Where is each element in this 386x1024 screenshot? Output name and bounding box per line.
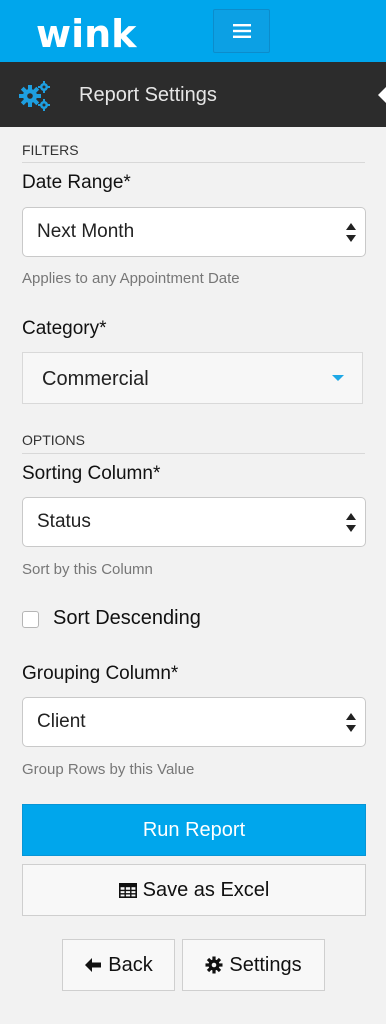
date-range-select[interactable]: Next Month xyxy=(22,207,366,257)
grouping-column-select[interactable]: Client xyxy=(22,697,366,747)
sort-descending-checkbox[interactable] xyxy=(22,611,39,628)
category-value: Commercial xyxy=(42,368,149,390)
filters-heading: FILTERS xyxy=(22,142,79,158)
logo-text: wink xyxy=(36,16,137,54)
category-dropdown[interactable]: Commercial xyxy=(22,352,363,404)
date-range-label: Date Range* xyxy=(22,172,131,193)
back-button[interactable]: Back xyxy=(62,939,175,991)
collapse-caret-icon[interactable] xyxy=(378,87,386,103)
options-heading: OPTIONS xyxy=(22,432,86,448)
settings-label: Settings xyxy=(229,953,302,976)
save-as-excel-label: Save as Excel xyxy=(142,878,270,901)
report-settings-title: Report Settings xyxy=(79,84,217,106)
sorting-column-select[interactable]: Status xyxy=(22,497,366,547)
run-report-button[interactable]: Run Report xyxy=(22,804,366,856)
sorting-column-value: Status xyxy=(37,511,91,532)
gear-icon xyxy=(205,956,223,974)
date-range-help: Applies to any Appointment Date xyxy=(22,270,240,287)
date-range-value: Next Month xyxy=(37,221,135,242)
save-as-excel-button[interactable]: Save as Excel xyxy=(22,864,366,916)
select-arrows-icon xyxy=(346,513,356,533)
caret-down-icon xyxy=(332,375,344,381)
grouping-column-label: Grouping Column* xyxy=(22,663,179,684)
table-icon xyxy=(118,882,137,898)
menu-toggle-button[interactable] xyxy=(213,9,270,53)
arrow-left-icon xyxy=(84,957,102,973)
hamburger-icon xyxy=(232,24,251,38)
sorting-column-label: Sorting Column* xyxy=(22,463,161,484)
select-arrows-icon xyxy=(346,223,356,243)
wink-logo[interactable]: wink xyxy=(36,12,178,59)
select-arrows-icon xyxy=(346,713,356,733)
grouping-column-help: Group Rows by this Value xyxy=(22,761,195,778)
options-divider xyxy=(22,453,365,454)
category-label: Category* xyxy=(22,318,107,339)
back-label: Back xyxy=(108,953,153,976)
gears-icon xyxy=(18,80,52,117)
sorting-column-help: Sort by this Column xyxy=(22,561,153,578)
grouping-column-value: Client xyxy=(37,711,86,732)
sort-descending-label[interactable]: Sort Descending xyxy=(53,607,201,630)
settings-button[interactable]: Settings xyxy=(182,939,325,991)
filters-divider xyxy=(22,162,365,163)
